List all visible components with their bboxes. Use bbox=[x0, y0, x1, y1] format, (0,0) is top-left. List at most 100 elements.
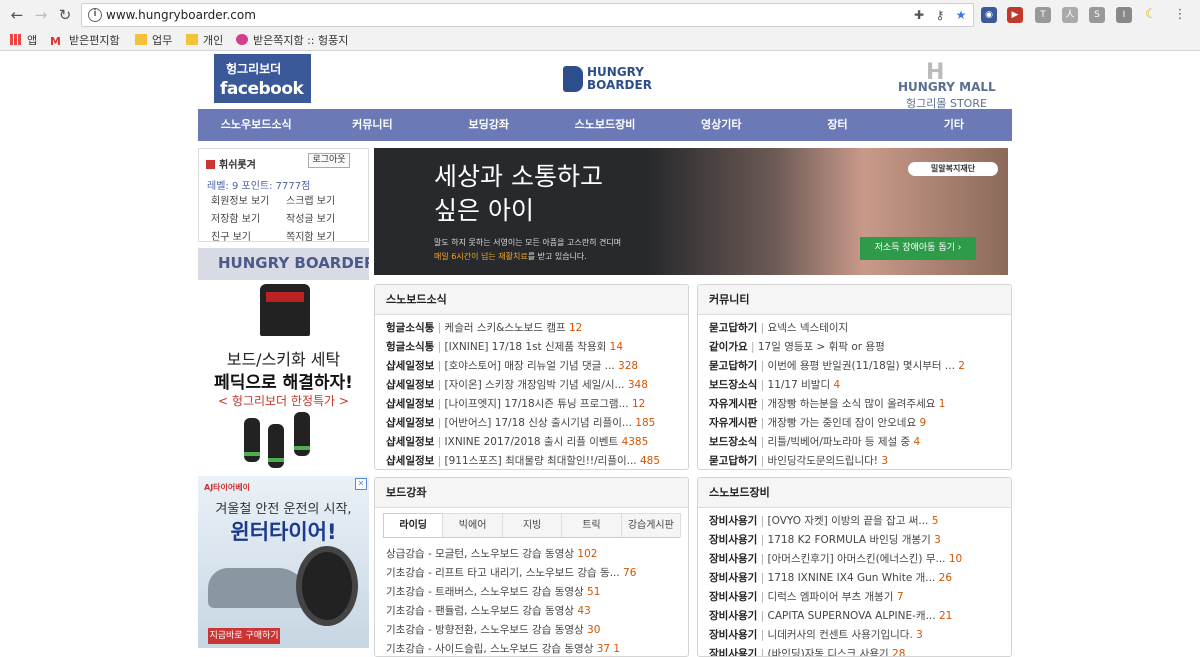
list-item[interactable]: 헝글소식통 | 케슬러 스키&스노보드 캠프 12 bbox=[386, 319, 688, 338]
post-title[interactable]: 11/17 비발디 bbox=[768, 379, 831, 391]
post-category[interactable]: 보드장소식 bbox=[709, 436, 757, 448]
list-item[interactable]: 기초강습 - 방향전환, 스노우보드 강습 동영상 30 bbox=[386, 621, 688, 640]
address-bar[interactable]: i www.hungryboarder.com ✚ ⚷ ★ bbox=[81, 3, 974, 27]
nav-item-video[interactable]: 영상기타 bbox=[663, 109, 779, 141]
list-item[interactable]: 장비사용기 | 1718 IXNINE IX4 Gun White 개... 2… bbox=[709, 569, 1011, 588]
post-category[interactable]: 자유게시판 bbox=[709, 398, 757, 410]
tab-trick[interactable]: 트릭 bbox=[561, 513, 622, 537]
post-category[interactable]: 샵세일정보 bbox=[386, 455, 434, 467]
reload-icon[interactable]: ↻ bbox=[56, 6, 74, 24]
post-title[interactable]: 기초강습 - 트래버스, 스노우보드 강습 동영상 bbox=[386, 586, 584, 598]
post-category[interactable]: 묻고답하기 bbox=[709, 360, 757, 372]
post-category[interactable]: 샵세일정보 bbox=[386, 379, 434, 391]
list-item[interactable]: 기초강습 - 팬듈럼, 스노우보드 강습 동영상 43 bbox=[386, 602, 688, 621]
nav-item-gear[interactable]: 스노보드장비 bbox=[547, 109, 663, 141]
nav-item-community[interactable]: 커뮤니티 bbox=[314, 109, 430, 141]
list-item[interactable]: 상급강습 - 모글턴, 스노우보드 강습 동영상 102 bbox=[386, 545, 688, 564]
list-item[interactable]: 같이가요 | 17일 영등포 > 휘팍 or 용평 bbox=[709, 338, 1011, 357]
post-category[interactable]: 장비사용기 bbox=[709, 591, 757, 603]
logout-button[interactable]: 로그아웃 bbox=[308, 153, 350, 168]
list-item[interactable]: 샵세일정보 | [나이프엣지] 17/18시즌 튜닝 프로그램... 12 bbox=[386, 395, 688, 414]
post-title[interactable]: [911스포즈] 최대물량 최대할인!!/리플이... bbox=[445, 455, 637, 467]
tab-jibbing[interactable]: 지빙 bbox=[501, 513, 563, 537]
community-title[interactable]: 커뮤니티 bbox=[698, 285, 1011, 315]
post-title[interactable]: 기초강습 - 방향전환, 스노우보드 강습 동영상 bbox=[386, 624, 584, 636]
post-title[interactable]: [어반어스] 17/18 신상 출시기념 리플이... bbox=[445, 417, 632, 429]
list-item[interactable]: 장비사용기 | CAPITA SUPERNOVA ALPINE-캐... 21 bbox=[709, 607, 1011, 626]
buy-now-button[interactable]: 지금바로 구매하기 bbox=[208, 628, 280, 644]
post-title[interactable]: [IXNINE] 17/18 1st 신제품 착용회 bbox=[445, 341, 607, 353]
list-item[interactable]: 기초강습 - 트래버스, 스노우보드 강습 동영상 51 bbox=[386, 583, 688, 602]
list-item[interactable]: 장비사용기 | 니데커사의 컨센트 사용기입니다. 3 bbox=[709, 626, 1011, 645]
list-item[interactable]: 장비사용기 | [아머스킨후기] 아머스킨(에너스킨) 무... 10 bbox=[709, 550, 1011, 569]
post-title[interactable]: 이번에 용평 반일권(11/18일) 몇시부터 ... bbox=[768, 360, 955, 372]
post-category[interactable]: 장비사용기 bbox=[709, 534, 757, 546]
hungry-mall-logo[interactable]: H HUNGRY MALL 헝그리몰 STORE bbox=[896, 60, 996, 110]
list-item[interactable]: 기초강습 - 사이드슬립, 스노우보드 강습 동영상 37 1 bbox=[386, 640, 688, 656]
bookmark-messages[interactable]: 받은쪽지함 :: 헝풍지 bbox=[236, 33, 348, 48]
post-category[interactable]: 묻고답하기 bbox=[709, 322, 757, 334]
life-guide-banner[interactable]: HUNGRY BOARDER 생활백서 bbox=[198, 248, 369, 280]
list-item[interactable]: 샵세일정보 | [호야스토어] 매장 리뉴얼 기념 댓글 ... 328 bbox=[386, 357, 688, 376]
list-item[interactable]: 묻고답하기 | 이번에 용평 반일권(11/18일) 몇시부터 ... 2 bbox=[709, 357, 1011, 376]
list-item[interactable]: 샵세일정보 | [911스포즈] 최대물량 최대할인!!/리플이... 485 bbox=[386, 452, 688, 469]
post-title[interactable]: 상급강습 - 모글턴, 스노우보드 강습 동영상 bbox=[386, 548, 574, 560]
tab-lesson-board[interactable]: 강습게시판 bbox=[620, 513, 682, 537]
post-category[interactable]: 헝글소식통 bbox=[386, 341, 434, 353]
bookmark-personal[interactable]: 개인 bbox=[186, 33, 223, 48]
extension-1-icon[interactable]: ◉ bbox=[981, 7, 997, 23]
my-posts-link[interactable]: 작성글 보기 bbox=[286, 210, 361, 225]
bookmark-work[interactable]: 업무 bbox=[135, 33, 172, 48]
post-title[interactable]: 개장빵 가는 중인데 잠이 안오네요 bbox=[768, 417, 917, 429]
nav-item-lessons[interactable]: 보딩강좌 bbox=[431, 109, 547, 141]
post-title[interactable]: 케슬러 스키&스노보드 캠프 bbox=[445, 322, 566, 334]
post-title[interactable]: IXNINE 2017/2018 출시 리플 이벤트 bbox=[445, 436, 619, 448]
post-category[interactable]: 장비사용기 bbox=[709, 553, 757, 565]
charity-banner[interactable]: 세상과 소통하고 싶은 아이 말도 하지 못하는 서영이는 모든 아픔을 고스란히… bbox=[374, 148, 1008, 275]
post-category[interactable]: 자유게시판 bbox=[709, 417, 757, 429]
post-title[interactable]: 1718 IXNINE IX4 Gun White 개... bbox=[768, 572, 936, 584]
menu-dots-icon[interactable]: ⋮ bbox=[1172, 7, 1188, 23]
info-icon[interactable]: i bbox=[88, 8, 102, 22]
lessons-title[interactable]: 보드강좌 bbox=[375, 478, 688, 508]
post-title[interactable]: [아머스킨후기] 아머스킨(에너스킨) 무... bbox=[768, 553, 946, 565]
post-title[interactable]: (바인딩)자동 디스크 사용기 bbox=[768, 648, 889, 656]
post-category[interactable]: 샵세일정보 bbox=[386, 417, 434, 429]
nav-item-snowboard-news[interactable]: 스노우보드소식 bbox=[198, 109, 314, 141]
list-item[interactable]: 기초강습 - 리프트 타고 내리기, 스노우보드 강습 동... 76 bbox=[386, 564, 688, 583]
list-item[interactable]: 묻고답하기 | 바인딩각도문의드립니다! 3 bbox=[709, 452, 1011, 469]
post-title[interactable]: 기초강습 - 팬듈럼, 스노우보드 강습 동영상 bbox=[386, 605, 574, 617]
extension-5-icon[interactable]: S bbox=[1089, 7, 1105, 23]
post-category[interactable]: 샵세일정보 bbox=[386, 436, 434, 448]
list-item[interactable]: 장비사용기 | 1718 K2 FORMULA 바인딩 개봉기 3 bbox=[709, 531, 1011, 550]
post-category[interactable]: 샵세일정보 bbox=[386, 360, 434, 372]
post-title[interactable]: [나이프엣지] 17/18시즌 튜닝 프로그램... bbox=[445, 398, 629, 410]
tab-big-air[interactable]: 빅에어 bbox=[442, 513, 503, 537]
post-category[interactable]: 장비사용기 bbox=[709, 629, 757, 641]
list-item[interactable]: 보드장소식 | 리틀/빅베어/파노라마 등 제설 중 4 bbox=[709, 433, 1011, 452]
post-category[interactable]: 묻고답하기 bbox=[709, 455, 757, 467]
list-item[interactable]: 자유게시판 | 개장빵 하는분을 소식 많이 올려주세요 1 bbox=[709, 395, 1011, 414]
nav-item-etc[interactable]: 기타 bbox=[896, 109, 1012, 141]
gear-title[interactable]: 스노보드장비 bbox=[698, 478, 1011, 508]
list-item[interactable]: 보드장소식 | 11/17 비발디 4 bbox=[709, 376, 1011, 395]
news-title[interactable]: 스노보드소식 bbox=[375, 285, 688, 315]
post-category[interactable]: 장비사용기 bbox=[709, 572, 757, 584]
post-category[interactable]: 장비사용기 bbox=[709, 610, 757, 622]
bookmark-apps[interactable]: 앱 bbox=[10, 33, 37, 48]
extension-3-icon[interactable]: T bbox=[1035, 7, 1051, 23]
address-url[interactable]: www.hungryboarder.com bbox=[106, 8, 256, 22]
saved-link[interactable]: 저장함 보기 bbox=[211, 210, 286, 225]
boot-cleaning-ad[interactable]: 보드/스키화 세탁 페딕으로 해결하자! < 헝그리보더 한정특가 > bbox=[198, 284, 369, 469]
post-title[interactable]: 리틀/빅베어/파노라마 등 제설 중 bbox=[768, 436, 911, 448]
list-item[interactable]: 자유게시판 | 개장빵 가는 중인데 잠이 안오네요 9 bbox=[709, 414, 1011, 433]
post-category[interactable]: 샵세일정보 bbox=[386, 398, 434, 410]
post-title[interactable]: 니데커사의 컨센트 사용기입니다. bbox=[768, 629, 913, 641]
list-item[interactable]: 샵세일정보 | IXNINE 2017/2018 출시 리플 이벤트 4385 bbox=[386, 433, 688, 452]
facebook-banner[interactable]: 헝그리보더 facebook bbox=[214, 54, 311, 103]
post-category[interactable]: 같이가요 bbox=[709, 341, 748, 353]
member-info-link[interactable]: 회원정보 보기 bbox=[211, 192, 286, 207]
messages-link[interactable]: 쪽지함 보기 bbox=[286, 228, 361, 243]
list-item[interactable]: 장비사용기 | (바인딩)자동 디스크 사용기 28 bbox=[709, 645, 1011, 656]
post-title[interactable]: 17일 영등포 > 휘팍 or 용평 bbox=[758, 341, 885, 353]
